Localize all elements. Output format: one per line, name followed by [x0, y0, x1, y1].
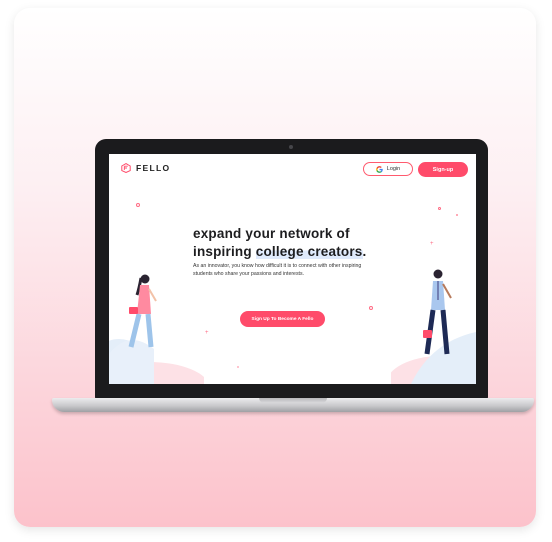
laptop-lid: FELLO Login Sign-up + + expand your netw…: [95, 139, 488, 400]
hero-title-line2-end: .: [362, 244, 367, 259]
brand-logo[interactable]: FELLO: [121, 163, 170, 173]
hero-title-line2-plain: inspiring: [193, 244, 256, 259]
hero-description: As an innovator, you know how difficult …: [193, 263, 362, 277]
camera-dot: [289, 145, 293, 149]
decor-ring: [438, 207, 441, 210]
hero-title-highlight: college creators: [255, 244, 363, 259]
laptop-base: [52, 398, 534, 412]
signup-button[interactable]: Sign-up: [418, 162, 468, 177]
laptop-screen: FELLO Login Sign-up + + expand your netw…: [109, 154, 476, 384]
signup-label: Sign-up: [432, 166, 454, 173]
man-walking-illustration: [391, 269, 476, 384]
decor-ring: [136, 203, 140, 207]
login-label: Login: [386, 166, 401, 172]
decor-ring: [369, 306, 373, 310]
hero-title-line1: expand your network of: [193, 226, 350, 241]
hero-title-line2: inspiring college creators.: [193, 243, 433, 261]
google-icon: [375, 165, 383, 173]
hero-title: expand your network of inspiring college…: [193, 225, 433, 261]
cta-label: Sign Up To Become A Fello: [251, 316, 314, 322]
fello-logo-icon: [121, 163, 131, 173]
mockup-card: FELLO Login Sign-up + + expand your netw…: [14, 8, 536, 527]
become-fello-button[interactable]: Sign Up To Become A Fello: [240, 311, 325, 327]
logo-text: FELLO: [136, 163, 171, 173]
woman-walking-illustration: [109, 274, 204, 384]
login-button[interactable]: Login: [363, 162, 413, 176]
laptop-notch: [259, 398, 327, 403]
decor-dot: [456, 214, 458, 216]
top-nav: FELLO Login Sign-up: [109, 154, 476, 184]
decor-plus: +: [205, 330, 209, 336]
decor-dot: [237, 366, 239, 368]
